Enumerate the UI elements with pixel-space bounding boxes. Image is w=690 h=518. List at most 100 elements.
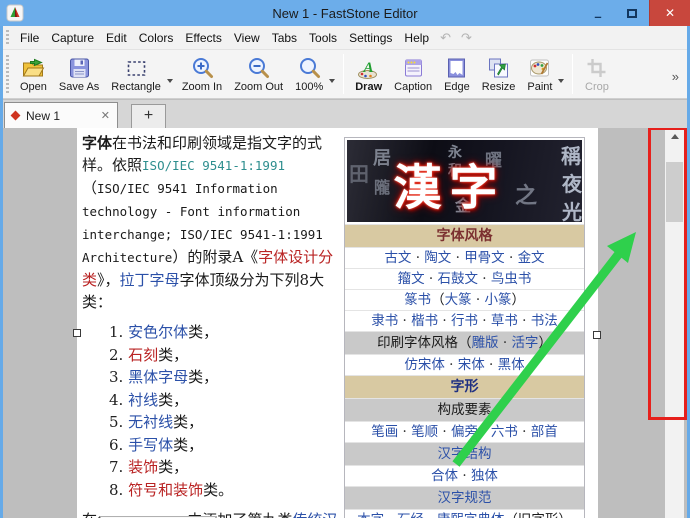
link[interactable]: 金文	[518, 250, 545, 266]
titlebar[interactable]: New 1 - FastStone Editor – ✕	[0, 0, 690, 26]
text-segment: 在	[82, 511, 97, 518]
link[interactable]: 合体	[431, 468, 458, 484]
menu-view[interactable]: View	[228, 28, 266, 48]
link[interactable]: 康熙字典体	[437, 512, 505, 518]
text-segment: 3.	[109, 368, 128, 386]
new-tab-button[interactable]: +	[131, 104, 166, 128]
paint-dropdown-icon[interactable]	[558, 79, 564, 83]
resize-button[interactable]: Resize	[476, 51, 522, 97]
text-segment: 类。	[203, 481, 233, 499]
text-segment: ·	[478, 271, 491, 287]
link[interactable]: 仿宋体	[404, 357, 445, 373]
link[interactable]: 陶文	[424, 250, 451, 266]
link[interactable]: 石经	[397, 512, 424, 518]
menu-capture[interactable]: Capture	[45, 28, 100, 48]
paint-button[interactable]: Paint	[521, 51, 558, 97]
zoom-out-button[interactable]: Zoom Out	[228, 51, 289, 97]
link[interactable]: 古文	[384, 250, 411, 266]
selection-handle-left[interactable]	[73, 329, 81, 337]
link[interactable]: 衬线	[128, 391, 158, 409]
link[interactable]: 黑体字母	[128, 368, 188, 386]
link[interactable]: 宋体	[458, 357, 485, 373]
menu-help[interactable]: Help	[398, 28, 435, 48]
link[interactable]: 楷书	[411, 313, 438, 329]
infobox-row: 笔画 · 笔顺 · 偏旁 · 六书 · 部首	[345, 421, 584, 442]
link[interactable]: 笔顺	[411, 424, 438, 440]
menu-colors[interactable]: Colors	[133, 28, 180, 48]
link[interactable]: 石刻	[128, 346, 158, 364]
link[interactable]: 手写体	[128, 436, 173, 454]
link[interactable]: 独体	[471, 468, 498, 484]
caption-icon	[401, 56, 426, 80]
tab-new1[interactable]: New 1 ✕	[4, 102, 118, 128]
link[interactable]: 草书	[491, 313, 518, 329]
menu-tools[interactable]: Tools	[303, 28, 343, 48]
link[interactable]: 籀文	[398, 271, 425, 287]
text-segment: ·	[425, 271, 438, 287]
link[interactable]: 符号和装饰	[128, 481, 203, 499]
redo-icon[interactable]: ↷	[456, 30, 477, 46]
link[interactable]: 拉丁字母	[120, 271, 180, 289]
toolbar-overflow-button[interactable]: »	[672, 65, 679, 84]
text-segment: ·	[458, 468, 471, 484]
link[interactable]: 行书	[451, 313, 478, 329]
selection-handle-right[interactable]	[593, 331, 601, 339]
menu-file[interactable]: File	[14, 28, 45, 48]
zoom-100-button[interactable]: 100%	[289, 51, 329, 97]
text-segment: ·	[384, 512, 397, 518]
link[interactable]: 鸟虫书	[491, 271, 532, 287]
link[interactable]: 装饰	[128, 458, 158, 476]
hanzi-banner-image: 居隴田永和金曜之稱夜光 漢字	[347, 140, 582, 222]
link[interactable]: ISO/IEC 9541-1:1991	[142, 158, 285, 173]
background-glyph: 夜	[562, 168, 582, 197]
link[interactable]: 黑体	[498, 357, 525, 373]
link[interactable]: 书法	[531, 313, 558, 329]
menu-effects[interactable]: Effects	[179, 28, 227, 48]
link[interactable]: 活字	[511, 335, 538, 351]
caption-button[interactable]: Caption	[388, 51, 438, 97]
list-item: 1. 安色尔体类，	[109, 321, 345, 344]
link[interactable]: 六书	[491, 424, 518, 440]
link[interactable]: 汉字规范	[438, 490, 492, 506]
link[interactable]: 小篆	[484, 292, 511, 308]
text-segment: 4.	[109, 391, 128, 409]
link[interactable]: 部首	[531, 424, 558, 440]
rectangle-dropdown-icon[interactable]	[167, 79, 173, 83]
link[interactable]: 笔画	[371, 424, 398, 440]
text-segment: ·	[411, 250, 424, 266]
tab-close-icon[interactable]: ✕	[101, 109, 110, 122]
zoom-in-button[interactable]: Zoom In	[176, 51, 228, 97]
edge-button[interactable]: Edge	[438, 51, 476, 97]
link[interactable]: 甲骨文	[464, 250, 505, 266]
menu-edit[interactable]: Edit	[100, 28, 133, 48]
maximize-button[interactable]	[615, 0, 649, 26]
link[interactable]: 雕版	[472, 335, 499, 351]
link[interactable]: 偏旁	[451, 424, 478, 440]
link[interactable]: 隶书	[371, 313, 398, 329]
open-button[interactable]: Open	[14, 51, 53, 97]
minimize-button[interactable]: –	[581, 0, 615, 26]
link[interactable]: 安色尔体	[128, 323, 188, 341]
text-segment: 构成要素	[438, 402, 492, 418]
link[interactable]: 本字	[357, 512, 384, 518]
link[interactable]: 大篆	[445, 292, 472, 308]
link[interactable]: 石鼓文	[438, 271, 479, 287]
rectangle-select-button[interactable]: Rectangle	[105, 51, 167, 97]
infobox-row: 合体 · 独体	[345, 465, 584, 486]
undo-icon[interactable]: ↶	[435, 30, 456, 46]
text-segment: ·	[472, 292, 485, 308]
rectangle-select-icon	[124, 56, 149, 80]
link[interactable]: 篆书	[404, 292, 431, 308]
save-as-button[interactable]: Save As	[53, 51, 105, 97]
text-segment: 字体风格	[437, 228, 493, 244]
zoom-dropdown-icon[interactable]	[329, 79, 335, 83]
banner-title: 漢字	[347, 148, 552, 218]
link[interactable]: 汉字结构	[438, 446, 492, 462]
image-canvas[interactable]: 字体在书法和印刷领域是指文字的式样。依照ISO/IEC 9541-1:1991（…	[77, 128, 598, 518]
menu-settings[interactable]: Settings	[343, 28, 398, 48]
infobox-row: 籀文 · 石鼓文 · 鸟虫书	[345, 268, 584, 289]
close-button[interactable]: ✕	[649, 0, 690, 26]
menu-tabs[interactable]: Tabs	[266, 28, 303, 48]
link[interactable]: 无衬线	[128, 413, 173, 431]
draw-button[interactable]: A Draw	[349, 51, 388, 97]
